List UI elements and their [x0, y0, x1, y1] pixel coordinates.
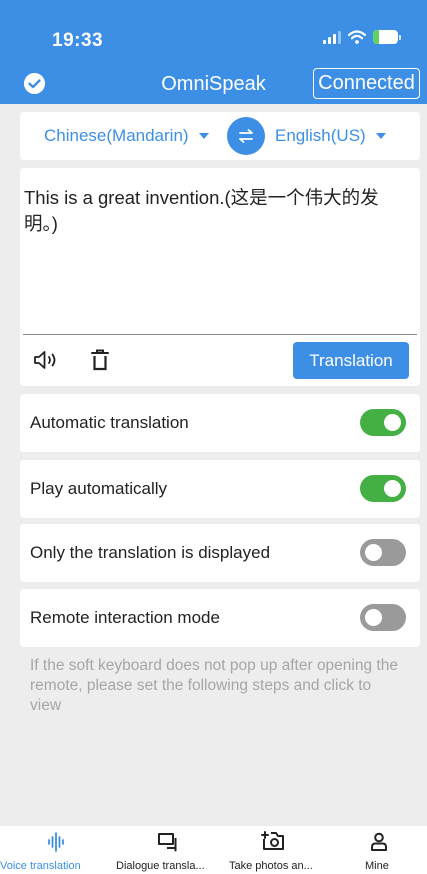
chat-icon: [158, 833, 177, 852]
tab-mine[interactable]: Mine: [335, 826, 425, 874]
app-header: 19:33 23 OmniSpeak Connected: [0, 0, 427, 104]
tab-label: Take photos an...: [229, 860, 313, 872]
translation-only-toggle[interactable]: [360, 539, 406, 566]
tab-label: Voice translation: [0, 860, 81, 872]
speaker-icon[interactable]: [32, 348, 60, 372]
wifi-icon: [348, 30, 366, 44]
setting-row-automatic-translation: Automatic translation: [20, 394, 420, 452]
status-time: 19:33: [52, 30, 104, 51]
status-icons: 23: [323, 30, 401, 44]
tab-label: Mine: [365, 860, 389, 872]
source-language-label: Chinese(Mandarin): [44, 126, 189, 145]
play-automatically-toggle[interactable]: [360, 475, 406, 502]
chevron-down-icon: [375, 133, 386, 139]
swap-languages-button[interactable]: [227, 117, 265, 155]
setting-row-play-automatically: Play automatically: [20, 460, 420, 518]
translation-editor: This is a great invention.(这是一个伟大的发明。) T…: [20, 168, 420, 386]
setting-row-remote-interaction: Remote interaction mode: [20, 589, 420, 647]
setting-label: Play automatically: [30, 479, 168, 498]
keyboard-hint-text[interactable]: If the soft keyboard does not pop up aft…: [30, 656, 400, 716]
camera-icon: [261, 831, 284, 850]
trash-icon[interactable]: [90, 348, 110, 372]
chevron-down-icon: [198, 133, 209, 139]
translation-button[interactable]: Translation: [293, 342, 409, 379]
divider: [23, 334, 417, 335]
target-language-select[interactable]: English(US): [275, 112, 386, 160]
signal-icon: [323, 30, 341, 44]
bottom-tab-bar: Voice translation Dialogue transla... Ta…: [0, 826, 427, 874]
source-language-select[interactable]: Chinese(Mandarin): [44, 112, 209, 160]
setting-label: Only the translation is displayed: [30, 543, 271, 562]
language-selector: Chinese(Mandarin) English(US): [20, 112, 420, 160]
setting-label: Remote interaction mode: [30, 608, 220, 627]
source-text-input[interactable]: This is a great invention.(这是一个伟大的发明。): [24, 185, 409, 237]
tab-dialogue-translation[interactable]: Dialogue transla...: [114, 826, 226, 874]
setting-row-translation-only: Only the translation is displayed: [20, 524, 420, 582]
battery-icon: 23: [373, 30, 401, 44]
target-language-label: English(US): [275, 126, 366, 145]
remote-interaction-toggle[interactable]: [360, 604, 406, 631]
voice-wave-icon: [48, 832, 64, 852]
battery-level: 23: [379, 31, 392, 43]
swap-icon: [239, 129, 253, 143]
setting-label: Automatic translation: [30, 413, 189, 432]
tab-voice-translation[interactable]: Voice translation: [0, 826, 110, 874]
tab-take-photos[interactable]: Take photos an...: [226, 826, 326, 874]
connected-button[interactable]: Connected: [313, 68, 420, 99]
automatic-translation-toggle[interactable]: [360, 409, 406, 436]
tab-label: Dialogue transla...: [116, 860, 205, 872]
person-icon: [371, 832, 387, 851]
